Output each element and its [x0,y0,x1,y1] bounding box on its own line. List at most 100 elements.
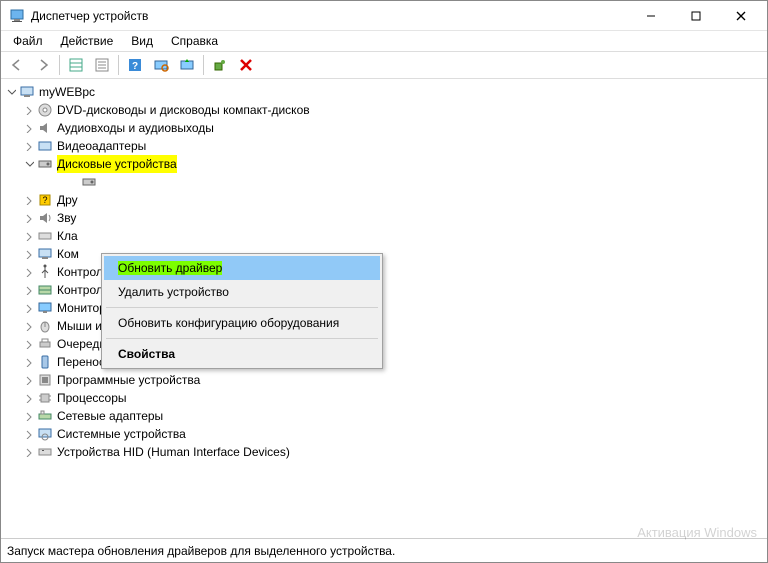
forward-button[interactable] [31,53,55,77]
svg-text:?: ? [42,195,47,205]
tree-label: myWEBpc [39,83,95,101]
tree-item-dvd[interactable]: DVD-дисководы и дисководы компакт-дисков [21,101,765,119]
context-menu: Обновить драйвер Удалить устройство Обно… [101,253,383,369]
expand-icon[interactable] [23,320,35,332]
menu-view[interactable]: Вид [123,32,161,50]
expand-icon[interactable] [23,266,35,278]
expand-icon[interactable] [23,230,35,242]
tree-item-disk-child[interactable] [65,173,765,191]
no-expand [67,176,79,188]
tree-label: Дисковые устройства [57,155,177,173]
svg-text:?: ? [132,61,138,72]
uninstall-button[interactable] [208,53,232,77]
tree-item-other[interactable]: ? Дру [21,191,765,209]
other-icon: ? [37,192,53,208]
tree-label: Устройства HID (Human Interface Devices) [57,443,290,461]
storage-icon [37,282,53,298]
expand-icon[interactable] [23,428,35,440]
keyboard-icon [37,228,53,244]
device-manager-window: Диспетчер устройств Файл Действие Вид Сп… [0,0,768,563]
collapse-icon[interactable] [23,158,35,170]
audio-icon [37,120,53,136]
tree-label: Сетевые адаптеры [57,407,163,425]
tree-item-video[interactable]: Видеоадаптеры [21,137,765,155]
statusbar: Запуск мастера обновления драйверов для … [1,538,767,562]
tree-root[interactable]: myWEBpc [3,83,765,101]
menubar: Файл Действие Вид Справка [1,31,767,51]
display-adapter-icon [37,138,53,154]
expand-icon[interactable] [23,248,35,260]
disk-icon [37,156,53,172]
remove-button[interactable] [234,53,258,77]
expand-icon[interactable] [23,338,35,350]
close-button[interactable] [718,1,763,30]
back-button[interactable] [5,53,29,77]
help-button[interactable]: ? [123,53,147,77]
ctx-properties[interactable]: Свойства [104,342,380,366]
tree-label: Процессоры [57,389,127,407]
usb-icon [37,264,53,280]
tree-label: Ком [57,245,79,263]
ctx-refresh-config[interactable]: Обновить конфигурацию оборудования [104,311,380,335]
network-icon [37,408,53,424]
toolbar-separator [59,55,60,75]
dvd-icon [37,102,53,118]
ctx-separator [106,307,378,308]
mouse-icon [37,318,53,334]
scan-button[interactable] [149,53,173,77]
expand-icon[interactable] [23,410,35,422]
ctx-label: Свойства [118,347,175,361]
status-text: Запуск мастера обновления драйверов для … [7,544,395,558]
menu-help[interactable]: Справка [163,32,226,50]
update-driver-button[interactable] [175,53,199,77]
tree-item-cpu[interactable]: Процессоры [21,389,765,407]
tree-item-software[interactable]: Программные устройства [21,371,765,389]
minimize-button[interactable] [628,1,673,30]
tree-item-hid[interactable]: Устройства HID (Human Interface Devices) [21,443,765,461]
tree-item-net[interactable]: Сетевые адаптеры [21,407,765,425]
maximize-button[interactable] [673,1,718,30]
ctx-label: Обновить конфигурацию оборудования [118,316,339,330]
computer-icon [19,84,35,100]
expand-icon[interactable] [23,104,35,116]
tree-item-disk[interactable]: Дисковые устройства [21,155,765,173]
software-icon [37,372,53,388]
expand-icon[interactable] [23,302,35,314]
collapse-icon[interactable] [5,86,17,98]
system-icon [37,426,53,442]
tree-item-audio[interactable]: Аудиовходы и аудиовыходы [21,119,765,137]
menu-action[interactable]: Действие [53,32,122,50]
expand-icon[interactable] [23,356,35,368]
portable-icon [37,354,53,370]
device-tree[interactable]: myWEBpc DVD-дисководы и дисководы компак… [1,79,767,538]
expand-icon[interactable] [23,374,35,386]
expand-icon[interactable] [23,140,35,152]
tree-item-system[interactable]: Системные устройства [21,425,765,443]
expand-icon[interactable] [23,212,35,224]
expand-icon[interactable] [23,446,35,458]
ctx-label: Обновить драйвер [118,261,222,275]
tree-item-keyboard[interactable]: Кла [21,227,765,245]
ctx-delete-device[interactable]: Удалить устройство [104,280,380,304]
ctx-separator [106,338,378,339]
tree-label: Аудиовходы и аудиовыходы [57,119,214,137]
view-button[interactable] [64,53,88,77]
tree-label: Дру [57,191,78,209]
toolbar: ? [1,51,767,79]
cpu-icon [37,390,53,406]
tree-label: Кла [57,227,78,245]
expand-icon[interactable] [23,122,35,134]
expand-icon[interactable] [23,194,35,206]
properties-button[interactable] [90,53,114,77]
titlebar: Диспетчер устройств [1,1,767,31]
expand-icon[interactable] [23,284,35,296]
disk-icon [81,174,97,190]
tree-label: Зву [57,209,76,227]
ctx-update-driver[interactable]: Обновить драйвер [104,256,380,280]
tree-item-sound[interactable]: Зву [21,209,765,227]
window-controls [628,1,763,30]
tree-label: Программные устройства [57,371,200,389]
tree-label: Видеоадаптеры [57,137,146,155]
menu-file[interactable]: Файл [5,32,51,50]
expand-icon[interactable] [23,392,35,404]
